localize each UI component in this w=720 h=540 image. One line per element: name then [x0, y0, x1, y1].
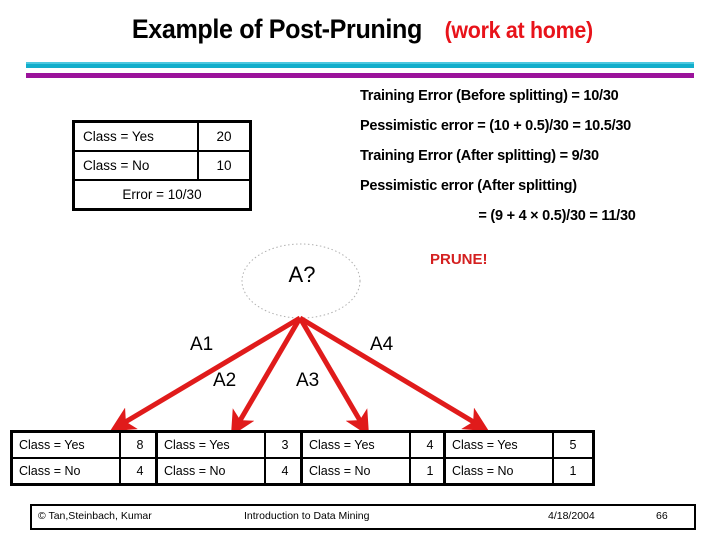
footer-author: © Tan,Steinbach, Kumar	[38, 510, 152, 522]
root-class-no-count: 10	[197, 150, 252, 181]
training-error-before-line: Training Error (Before splitting) = 10/3…	[360, 88, 619, 104]
table-row: Class = No 4	[155, 457, 307, 486]
leaf-class-distribution-table-4: Class = Yes 5 Class = No 1	[443, 430, 595, 486]
leaf1-class-yes-label: Class = Yes	[10, 430, 121, 459]
footer-date: 4/18/2004	[548, 510, 595, 522]
leaf3-class-no-label: Class = No	[300, 457, 411, 486]
root-node-label: A?	[288, 262, 316, 287]
leaf-class-distribution-table-1: Class = Yes 8 Class = No 4	[10, 430, 162, 486]
prune-annotation: PRUNE!	[430, 251, 488, 268]
pessimistic-error-before-line: Pessimistic error = (10 + 0.5)/30 = 10.5…	[360, 118, 631, 134]
page-title-main: Example of Post-Pruning	[132, 14, 423, 44]
leaf2-class-yes-label: Class = Yes	[155, 430, 266, 459]
root-class-yes-label: Class = Yes	[72, 120, 199, 152]
title-divider	[26, 62, 694, 78]
divider-rule-purple	[26, 73, 694, 78]
page-title: Example of Post-Pruning (work at home)	[0, 14, 720, 45]
table-row: Class = No 1	[300, 457, 452, 486]
table-row: Class = Yes 8	[10, 430, 162, 459]
branch-label-a4: A4	[370, 334, 394, 355]
branch-label-a2: A2	[213, 370, 237, 391]
leaf4-class-no-label: Class = No	[443, 457, 554, 486]
table-row: Error = 10/30	[72, 179, 252, 211]
divider-rule-cyan	[26, 64, 694, 68]
branch-label-a1: A1	[190, 334, 214, 355]
slide-footer: © Tan,Steinbach, Kumar Introduction to D…	[30, 504, 696, 530]
training-error-after-line: Training Error (After splitting) = 9/30	[360, 148, 599, 164]
leaf4-class-no-count: 1	[552, 457, 595, 486]
leaf2-class-no-label: Class = No	[155, 457, 266, 486]
page-title-subtitle: (work at home)	[444, 17, 594, 43]
table-row: Class = Yes 4	[300, 430, 452, 459]
table-row: Class = Yes 5	[443, 430, 595, 459]
error-calculation-block: Training Error (Before splitting) = 10/3…	[360, 88, 720, 238]
branch-label-a3: A3	[296, 370, 320, 391]
branch-arrow-a2	[230, 316, 303, 437]
table-row: Class = No 1	[443, 457, 595, 486]
leaf4-class-yes-label: Class = Yes	[443, 430, 554, 459]
leaf1-class-no-label: Class = No	[10, 457, 121, 486]
leaf-class-distribution-table-2: Class = Yes 3 Class = No 4	[155, 430, 307, 486]
pessimistic-error-after-line: Pessimistic error (After splitting)	[360, 178, 577, 194]
table-row: Class = Yes 3	[155, 430, 307, 459]
table-row: Class = No 4	[10, 457, 162, 486]
root-error-value: Error = 10/30	[72, 179, 252, 211]
footer-course-title: Introduction to Data Mining	[244, 510, 370, 522]
leaf-class-distribution-table-3: Class = Yes 4 Class = No 1	[300, 430, 452, 486]
root-class-no-label: Class = No	[72, 150, 199, 181]
pessimistic-error-after-value-line: = (9 + 4 × 0.5)/30 = 11/30	[478, 208, 636, 224]
table-row: Class = No 10	[72, 150, 252, 181]
leaf4-class-yes-count: 5	[552, 430, 595, 459]
footer-page-number: 66	[656, 510, 668, 522]
table-row: Class = Yes 20	[72, 120, 252, 152]
root-class-distribution-table: Class = Yes 20 Class = No 10 Error = 10/…	[72, 120, 252, 211]
root-class-yes-count: 20	[197, 120, 252, 152]
leaf3-class-yes-label: Class = Yes	[300, 430, 411, 459]
